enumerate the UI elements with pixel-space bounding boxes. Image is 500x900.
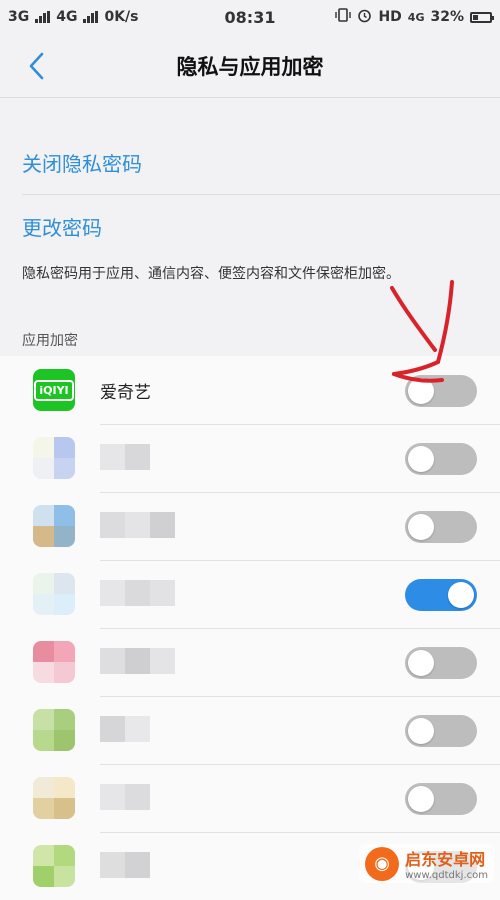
blurred-app-icon xyxy=(33,573,75,615)
app-encryption-list: iQIYI 爱奇艺 xyxy=(0,356,500,900)
signal-icon xyxy=(35,11,51,23)
toggle-knob xyxy=(408,718,434,744)
blurred-app-icon xyxy=(33,505,75,547)
change-password[interactable]: 更改密码 xyxy=(0,194,500,258)
page-title: 隐私与应用加密 xyxy=(176,54,324,79)
watermark-url: www.qdtdkj.com xyxy=(405,870,488,881)
encrypt-toggle[interactable] xyxy=(405,511,477,543)
signal-icon-2 xyxy=(83,11,99,23)
iqiyi-icon-text: iQIYI xyxy=(34,379,74,401)
alarm-icon xyxy=(357,8,372,27)
encrypt-toggle[interactable] xyxy=(405,443,477,475)
network-type-3: 4G xyxy=(407,10,425,24)
battery-icon xyxy=(470,11,494,23)
blurred-app-icon xyxy=(33,709,75,751)
blurred-app-name xyxy=(100,444,150,470)
section-label-app-encryption: 应用加密 xyxy=(22,333,78,349)
blurred-app-name xyxy=(100,580,175,606)
app-row[interactable] xyxy=(0,764,500,832)
blurred-app-name xyxy=(100,512,175,538)
vibrate-icon xyxy=(335,8,352,26)
hd-indicator: HD xyxy=(378,9,402,25)
chevron-left-icon xyxy=(29,52,44,80)
header-bar: 隐私与应用加密 xyxy=(0,34,500,98)
encrypt-toggle[interactable] xyxy=(405,579,477,611)
toggle-knob xyxy=(408,446,434,472)
network-type-1: 3G xyxy=(8,9,30,25)
battery-percent: 32% xyxy=(430,9,464,25)
network-type-2: 4G xyxy=(56,9,78,25)
toggle-knob xyxy=(408,786,434,812)
toggle-knob xyxy=(408,514,434,540)
app-row[interactable] xyxy=(0,424,500,492)
blurred-app-name xyxy=(100,716,150,742)
app-row[interactable] xyxy=(0,492,500,560)
blurred-app-icon xyxy=(33,845,75,887)
blurred-app-icon xyxy=(33,437,75,479)
back-button[interactable] xyxy=(18,48,54,84)
watermark-logo-icon: ◉ xyxy=(365,846,400,881)
disable-privacy-password[interactable]: 关闭隐私密码 xyxy=(0,130,500,194)
red-arrow-annotation xyxy=(390,280,454,383)
encrypt-toggle[interactable] xyxy=(405,715,477,747)
app-row[interactable] xyxy=(0,628,500,696)
encrypt-toggle[interactable] xyxy=(405,647,477,679)
toggle-knob xyxy=(408,650,434,676)
blurred-app-name xyxy=(100,648,175,674)
blurred-app-name xyxy=(100,852,150,878)
toggle-knob xyxy=(448,582,474,608)
watermark-title: 启东安卓网 xyxy=(405,850,486,869)
app-row[interactable] xyxy=(0,560,500,628)
blurred-app-name xyxy=(100,784,150,810)
encrypt-toggle[interactable] xyxy=(405,783,477,815)
iqiyi-icon: iQIYI xyxy=(33,369,75,411)
site-watermark: ◉ 启东安卓网 www.qdtdkj.com xyxy=(359,844,494,883)
blurred-app-icon xyxy=(33,777,75,819)
network-speed: 0K/s xyxy=(104,9,139,25)
app-name: 爱奇艺 xyxy=(100,382,151,403)
blurred-app-icon xyxy=(33,641,75,683)
status-bar: 3G 4G 0K/s 08:31 HD 4G 32% xyxy=(0,0,500,34)
app-row[interactable] xyxy=(0,696,500,764)
password-menu: 关闭隐私密码 更改密码 xyxy=(0,130,500,258)
